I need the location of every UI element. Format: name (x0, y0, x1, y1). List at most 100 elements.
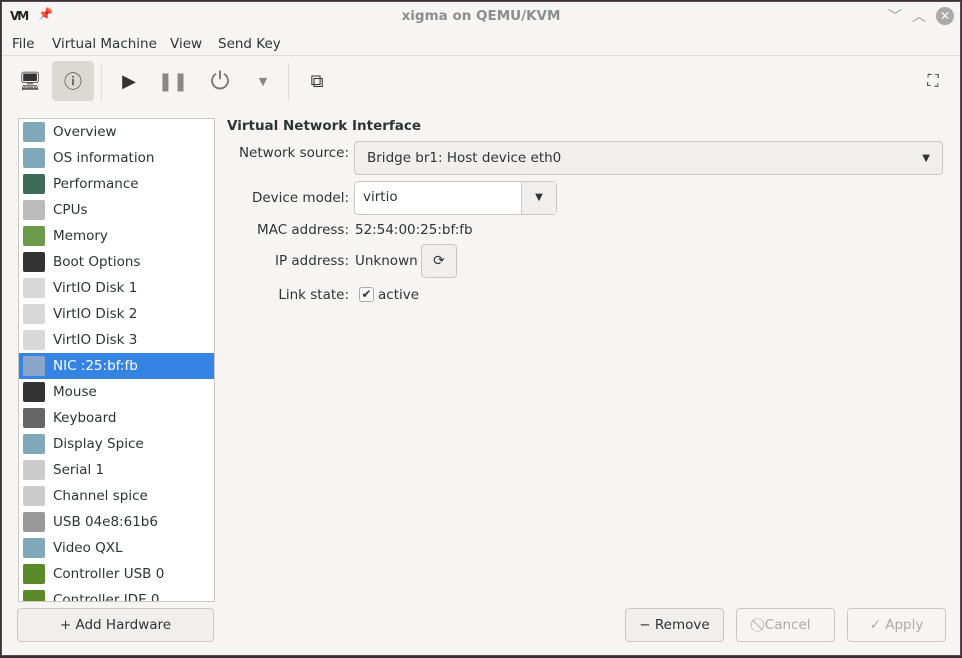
snapshots-icon[interactable]: ⧉ (296, 61, 338, 101)
sidebar-item[interactable]: Video QXL (19, 535, 214, 561)
device-icon (23, 434, 45, 454)
sidebar-item-label: Memory (53, 228, 108, 244)
sidebar-item-label: Overview (53, 124, 117, 140)
menubar: File Virtual Machine View Send Key (2, 32, 960, 56)
cancel-button[interactable]: ⃠ Cancel (736, 608, 835, 642)
network-source-value: Bridge br1: Host device eth0 (367, 150, 562, 166)
console-icon[interactable]: 🖥 (9, 61, 51, 101)
sidebar-item-label: Video QXL (53, 540, 123, 556)
menu-view[interactable]: View (170, 36, 202, 52)
device-icon (23, 486, 45, 506)
sidebar-item-label: VirtIO Disk 1 (53, 280, 138, 296)
refresh-ip-button[interactable]: ⟳ (421, 244, 457, 278)
close-icon[interactable]: ✕ (936, 7, 954, 25)
sidebar-item-label: VirtIO Disk 3 (53, 332, 138, 348)
device-icon (23, 590, 45, 601)
sidebar-item-label: Display Spice (53, 436, 144, 452)
ip-label: IP address: (275, 253, 349, 269)
pause-icon[interactable]: ❚❚ (152, 61, 194, 101)
sidebar-item[interactable]: CPUs (19, 197, 214, 223)
sidebar-item[interactable]: Controller USB 0 (19, 561, 214, 587)
device-icon (23, 174, 45, 194)
hardware-list[interactable]: Overview OS information Performance CPUs Mem… (18, 118, 215, 602)
divider (101, 63, 102, 101)
sidebar-item[interactable]: Keyboard (19, 405, 214, 431)
sidebar-item[interactable]: USB 04e8:61b6 (19, 509, 214, 535)
network-source-select[interactable]: Bridge br1: Host device eth0 ▼ (354, 141, 943, 175)
sidebar-item-label: Controller IDE 0 (53, 592, 160, 602)
menu-file[interactable]: File (12, 36, 35, 52)
sidebar-item-label: Performance (53, 176, 139, 192)
sidebar-item-label: Boot Options (53, 254, 141, 270)
power-icon[interactable]: ⏻ (199, 61, 241, 101)
device-model-label: Device model: (251, 190, 349, 206)
sidebar-item-label: Channel spice (53, 488, 148, 504)
device-icon (23, 226, 45, 246)
sidebar-item-label: Controller USB 0 (53, 566, 165, 582)
section-heading: Virtual Network Interface (227, 118, 422, 134)
sidebar-item-label: USB 04e8:61b6 (53, 514, 158, 530)
link-state-checkbox[interactable]: ✔ (359, 287, 374, 302)
device-icon (23, 200, 45, 220)
sidebar-item[interactable]: Display Spice (19, 431, 214, 457)
apply-button[interactable]: ✓ Apply (847, 608, 946, 642)
fullscreen-icon[interactable]: ⛶ (912, 61, 954, 101)
device-icon (23, 148, 45, 168)
sidebar-item[interactable]: Channel spice (19, 483, 214, 509)
chevron-down-icon: ▼ (922, 152, 930, 164)
sidebar-item[interactable]: Performance (19, 171, 214, 197)
device-icon (23, 278, 45, 298)
window: VM 📌 xigma on QEMU/KVM ﹀ ︿ ✕ File Virtua… (1, 1, 961, 656)
sidebar-item[interactable]: Controller IDE 0 (19, 587, 214, 602)
window-title: xigma on QEMU/KVM (401, 8, 561, 24)
device-model-combo[interactable]: virtio ▼ (354, 181, 557, 215)
sidebar-item[interactable]: Serial 1 (19, 457, 214, 483)
device-model-input[interactable]: virtio (355, 182, 521, 214)
device-icon (23, 330, 45, 350)
sidebar-item-label: NIC :25:bf:fb (53, 358, 138, 374)
device-icon (23, 564, 45, 584)
device-icon (23, 122, 45, 142)
sidebar-item[interactable]: VirtIO Disk 2 (19, 301, 214, 327)
sidebar-item-label: VirtIO Disk 2 (53, 306, 138, 322)
network-source-label: Network source: (238, 145, 349, 161)
dropdown-icon[interactable]: ▼ (242, 61, 284, 101)
refresh-icon: ⟳ (433, 253, 445, 269)
menu-send-key[interactable]: Send Key (218, 36, 281, 52)
mac-value: 52:54:00:25:bf:fb (355, 222, 473, 238)
divider (288, 63, 289, 101)
play-icon[interactable]: ▶ (108, 61, 150, 101)
menu-virtual-machine[interactable]: Virtual Machine (52, 36, 157, 52)
toolbar: 🖥 ⓘ ▶ ❚❚ ⏻ ▼ ⧉ ⛶ (2, 57, 960, 107)
sidebar-item[interactable]: Overview (19, 119, 214, 145)
sidebar-item[interactable]: Boot Options (19, 249, 214, 275)
sidebar-item[interactable]: VirtIO Disk 1 (19, 275, 214, 301)
mac-label: MAC address: (257, 222, 349, 238)
device-icon (23, 382, 45, 402)
sidebar-item-label: OS information (53, 150, 155, 166)
ip-value: Unknown (355, 253, 418, 269)
sidebar-item[interactable]: Memory (19, 223, 214, 249)
sidebar-item[interactable]: Mouse (19, 379, 214, 405)
sidebar-item[interactable]: NIC :25:bf:fb (19, 353, 214, 379)
sidebar-item[interactable]: OS information (19, 145, 214, 171)
sidebar-item-label: CPUs (53, 202, 88, 218)
device-icon (23, 356, 45, 376)
device-icon (23, 460, 45, 480)
link-state-text: active (378, 287, 420, 303)
device-icon (23, 538, 45, 558)
device-icon (23, 252, 45, 272)
details-icon[interactable]: ⓘ (52, 61, 94, 101)
sidebar-item-label: Serial 1 (53, 462, 105, 478)
minimize-icon[interactable]: ﹀ (888, 6, 902, 26)
maximize-icon[interactable]: ︿ (912, 6, 926, 26)
sidebar-item-label: Mouse (53, 384, 97, 400)
add-hardware-button[interactable]: + Add Hardware (17, 608, 214, 642)
link-state-label: Link state: (278, 287, 349, 303)
titlebar: VM 📌 xigma on QEMU/KVM ﹀ ︿ ✕ (2, 2, 960, 30)
remove-button[interactable]: − Remove (625, 608, 724, 642)
device-icon (23, 408, 45, 428)
sidebar-item-label: Keyboard (53, 410, 117, 426)
sidebar-item[interactable]: VirtIO Disk 3 (19, 327, 214, 353)
chevron-down-icon[interactable]: ▼ (521, 182, 556, 214)
